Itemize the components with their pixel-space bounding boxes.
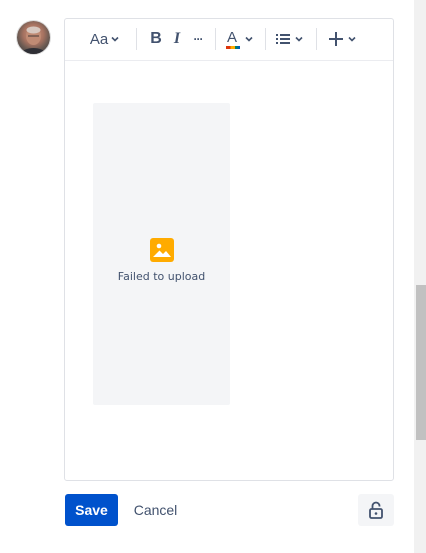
- text-color-label: A: [227, 29, 238, 46]
- restrictions-button[interactable]: [358, 494, 394, 526]
- editor-toolbar: Aa B I ··· A: [65, 19, 393, 61]
- chevron-down-icon: [245, 36, 253, 42]
- more-formatting-icon: ···: [193, 32, 204, 46]
- chevron-down-icon: [348, 36, 356, 42]
- toolbar-divider: [136, 28, 137, 50]
- page-scrollbar-track[interactable]: [414, 0, 426, 553]
- image-icon: [150, 238, 174, 262]
- unlock-icon: [369, 501, 383, 519]
- upload-status-text: Failed to upload: [117, 270, 206, 283]
- page-scrollbar-thumb[interactable]: [416, 285, 426, 440]
- text-style-label: Aa: [89, 30, 109, 48]
- italic-label: I: [173, 30, 181, 47]
- save-button[interactable]: Save: [65, 494, 118, 526]
- insert-dropdown[interactable]: [327, 27, 359, 51]
- text-style-dropdown[interactable]: Aa: [87, 27, 123, 51]
- chevron-down-icon: [111, 36, 119, 42]
- comment-editor[interactable]: Aa B I ··· A Failed to upload: [64, 18, 394, 481]
- failed-upload-placeholder[interactable]: Failed to upload: [93, 103, 230, 405]
- toolbar-divider: [265, 28, 266, 50]
- bullet-list-icon: [276, 34, 290, 44]
- color-swatch-bar: [226, 46, 240, 49]
- bold-label: B: [150, 30, 162, 47]
- user-avatar: [17, 21, 50, 54]
- toolbar-divider: [316, 28, 317, 50]
- bold-button[interactable]: B: [147, 27, 165, 51]
- italic-button[interactable]: I: [169, 27, 185, 51]
- list-dropdown[interactable]: [275, 27, 305, 51]
- plus-icon: [329, 32, 343, 46]
- more-formatting-button[interactable]: ···: [189, 27, 207, 51]
- toolbar-divider: [215, 28, 216, 50]
- text-color-dropdown[interactable]: A: [224, 27, 256, 51]
- chevron-down-icon: [295, 36, 303, 42]
- cancel-button[interactable]: Cancel: [126, 494, 185, 526]
- text-color-icon: A: [226, 29, 240, 49]
